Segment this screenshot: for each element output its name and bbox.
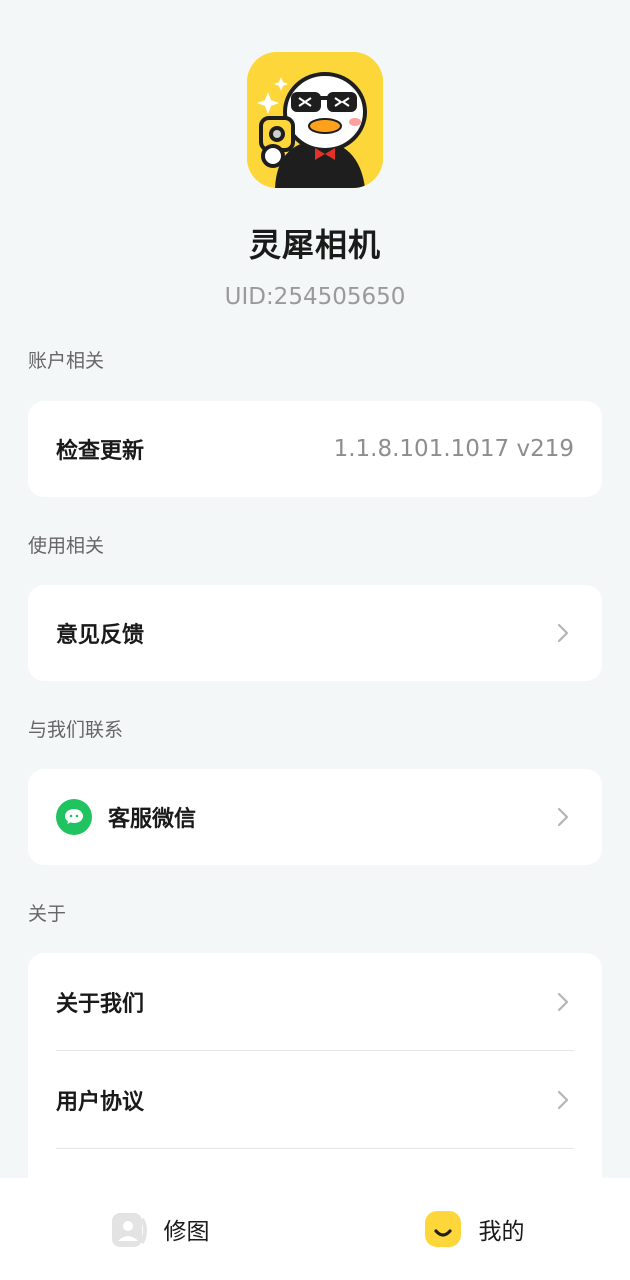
about-us-label: 关于我们	[56, 991, 145, 1017]
wechat-service-row[interactable]: 客服微信	[28, 769, 602, 865]
about-us-row[interactable]: 关于我们	[28, 953, 602, 1050]
tab-edit-label: 修图	[163, 1219, 210, 1245]
app-version-value: 1.1.8.101.1017 v219	[333, 436, 574, 462]
chevron-right-icon	[557, 1090, 569, 1109]
app-name: 灵犀相机	[248, 226, 381, 264]
app-logo	[247, 52, 383, 188]
photo-edit-icon	[111, 1213, 147, 1247]
contact-card: 客服微信	[28, 769, 602, 865]
chevron-right-icon	[557, 807, 569, 827]
wechat-service-label: 客服微信	[108, 807, 197, 832]
user-agreement-row[interactable]: 用户协议	[28, 1051, 602, 1148]
tab-me[interactable]: 我的	[315, 1178, 630, 1280]
divider	[56, 1148, 574, 1149]
check-update-row[interactable]: 检查更新 1.1.8.101.1017 v219	[28, 401, 602, 497]
usage-card: 意见反馈	[28, 585, 602, 681]
chevron-right-icon	[557, 623, 569, 643]
smile-face-icon	[424, 1211, 461, 1247]
check-update-label: 检查更新	[56, 439, 145, 464]
bottom-tab-bar: 修图 我的	[0, 1178, 630, 1280]
duck-mascot-icon	[247, 52, 383, 188]
tab-me-label: 我的	[478, 1219, 525, 1245]
section-label-usage: 使用相关	[28, 535, 105, 557]
section-label-about: 关于	[28, 903, 67, 925]
user-uid: UID:254505650	[224, 284, 406, 310]
tab-edit[interactable]: 修图	[0, 1178, 315, 1280]
user-agreement-label: 用户协议	[56, 1089, 145, 1115]
section-label-account: 账户相关	[28, 350, 105, 372]
feedback-row[interactable]: 意见反馈	[28, 585, 602, 681]
settings-page: 灵犀相机 UID:254505650 账户相关 检查更新 1.1.8.101.1…	[0, 0, 630, 1280]
wechat-icon	[56, 799, 92, 835]
chevron-right-icon	[557, 992, 569, 1011]
section-label-contact: 与我们联系	[28, 719, 124, 741]
about-card: 关于我们 用户协议	[28, 953, 602, 1213]
feedback-label: 意见反馈	[56, 623, 145, 648]
account-card: 检查更新 1.1.8.101.1017 v219	[28, 401, 602, 497]
